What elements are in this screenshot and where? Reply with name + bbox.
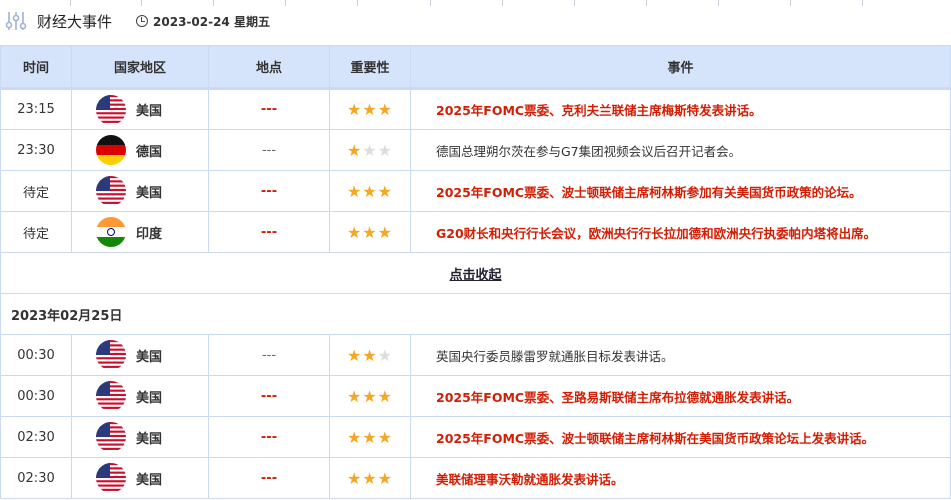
country-name: 美国 [136, 390, 163, 406]
star-icon: ★ [346, 386, 363, 406]
event-description: 德国总理朔尔茨在参与G7集团视频会议后召开记者会。 [410, 129, 951, 171]
col-importance: 重要性 [329, 45, 411, 90]
star-icon: ★ [362, 222, 378, 242]
star-icon: ★ [346, 345, 363, 365]
flag-in-icon [96, 217, 126, 247]
page-header: 财经大事件 2023-02-24 星期五 [0, 6, 270, 36]
star-icon: ★ [377, 345, 394, 365]
country-name: 德国 [136, 144, 163, 160]
star-icon: ★ [346, 427, 363, 447]
event-time: 02:30 [0, 416, 72, 458]
event-place: --- [208, 211, 330, 253]
collapse-row: 点击收起 [0, 252, 951, 294]
importance-stars: ★★★ [329, 334, 411, 376]
event-place: --- [208, 129, 330, 171]
star-icon: ★ [362, 468, 378, 488]
star-icon: ★ [377, 222, 394, 242]
flag-us-icon [96, 340, 126, 370]
event-place: --- [208, 457, 330, 499]
flag-de-icon [96, 135, 126, 165]
event-place: --- [208, 375, 330, 417]
event-time: 23:30 [0, 129, 72, 171]
event-place: --- [208, 334, 330, 376]
star-icon: ★ [377, 100, 394, 119]
star-icon: ★ [377, 468, 394, 488]
star-icon: ★ [377, 427, 394, 447]
flag-us-icon [96, 463, 126, 493]
importance-stars: ★★★ [329, 457, 411, 499]
event-row: 23:30 德国 --- ★★★ 德国总理朔尔茨在参与G7集团视频会议后召开记者会。 [0, 129, 951, 171]
importance-stars: ★★★ [329, 129, 411, 171]
star-icon: ★ [377, 386, 394, 406]
star-icon: ★ [377, 181, 394, 201]
country-name: 印度 [136, 226, 163, 242]
event-time: 00:30 [0, 375, 72, 417]
event-description: G20财长和央行行长会议，欧洲央行行长拉加德和欧洲央行执委帕内塔将出席。 [410, 211, 951, 253]
star-icon: ★ [346, 100, 363, 119]
event-place: --- [208, 88, 330, 130]
event-description: 美联储理事沃勒就通胀发表讲话。 [410, 457, 951, 499]
event-row: 待定 印度 --- ★★★ G20财长和央行行长会议，欧洲央行行长拉加德和欧洲央行执委帕… [0, 211, 951, 253]
star-icon: ★ [346, 468, 363, 488]
event-time: 02:30 [0, 457, 72, 499]
star-icon: ★ [362, 386, 378, 406]
country-name: 美国 [136, 349, 163, 365]
importance-stars: ★★★ [329, 375, 411, 417]
country-name: 美国 [136, 472, 163, 488]
event-time: 待定 [0, 211, 72, 253]
flag-us-icon [96, 176, 126, 206]
col-country: 国家地区 [71, 45, 209, 90]
sliders-icon [5, 12, 27, 30]
star-icon: ★ [362, 100, 378, 119]
col-time: 时间 [0, 45, 72, 90]
star-icon: ★ [377, 140, 394, 160]
star-icon: ★ [346, 222, 363, 242]
event-description: 2025年FOMC票委、波士顿联储主席柯林斯在美国货币政策论坛上发表讲话。 [410, 416, 951, 458]
event-row: 02:30 美国 --- ★★★ 2025年FOMC票委、波士顿联储主席柯林斯在美国货币… [0, 416, 951, 458]
star-icon: ★ [346, 181, 363, 201]
event-time: 23:15 [0, 88, 72, 130]
event-row: 02:30 美国 --- ★★★ 美联储理事沃勒就通胀发表讲话。 [0, 457, 951, 499]
event-time: 00:30 [0, 334, 72, 376]
clock-icon [136, 15, 149, 27]
flag-us-icon [96, 381, 126, 411]
header-date: 2023-02-24 星期五 [136, 13, 270, 30]
star-icon: ★ [346, 140, 363, 160]
date-label: 2023年02月25日 [0, 293, 951, 335]
event-row: 待定 美国 --- ★★★ 2025年FOMC票委、波士顿联储主席柯林斯参加有关美国货币… [0, 170, 951, 212]
country-name: 美国 [136, 431, 163, 447]
event-row: 00:30 美国 --- ★★★ 2025年FOMC票委、圣路易斯联储主席布拉德就通胀发… [0, 375, 951, 417]
country-name: 美国 [136, 185, 163, 201]
importance-stars: ★★★ [329, 170, 411, 212]
events-table: 时间 国家地区 地点 重要性 事件 23:15 美国 --- ★★★ 2025年FOMC… [0, 45, 951, 499]
event-row: 23:15 美国 --- ★★★ 2025年FOMC票委、克利夫兰联储主席梅斯特发表讲话… [0, 88, 951, 130]
star-icon: ★ [362, 427, 378, 447]
event-row: 00:30 美国 --- ★★★ 英国央行委员滕雷罗就通胀目标发表讲话。 [0, 334, 951, 376]
col-place: 地点 [208, 45, 330, 90]
page-title: 财经大事件 [37, 12, 113, 31]
col-event: 事件 [410, 45, 951, 90]
star-icon: ★ [362, 181, 378, 201]
event-time: 待定 [0, 170, 72, 212]
flag-us-icon [96, 422, 126, 452]
event-place: --- [208, 170, 330, 212]
importance-stars: ★★★ [329, 211, 411, 253]
star-icon: ★ [362, 345, 378, 365]
event-description: 英国央行委员滕雷罗就通胀目标发表讲话。 [410, 334, 951, 376]
event-description: 2025年FOMC票委、波士顿联储主席柯林斯参加有关美国货币政策的论坛。 [410, 170, 951, 212]
flag-us-icon [96, 94, 126, 125]
importance-stars: ★★★ [329, 416, 411, 458]
date-row: 2023年02月25日 [0, 293, 951, 335]
event-place: --- [208, 416, 330, 458]
country-name: 美国 [136, 104, 163, 119]
collapse-link[interactable]: 点击收起 [449, 268, 501, 283]
star-icon: ★ [362, 140, 378, 160]
importance-stars: ★★★ [329, 88, 411, 130]
event-description: 2025年FOMC票委、圣路易斯联储主席布拉德就通胀发表讲话。 [410, 375, 951, 417]
event-description: 2025年FOMC票委、克利夫兰联储主席梅斯特发表讲话。 [410, 88, 951, 130]
